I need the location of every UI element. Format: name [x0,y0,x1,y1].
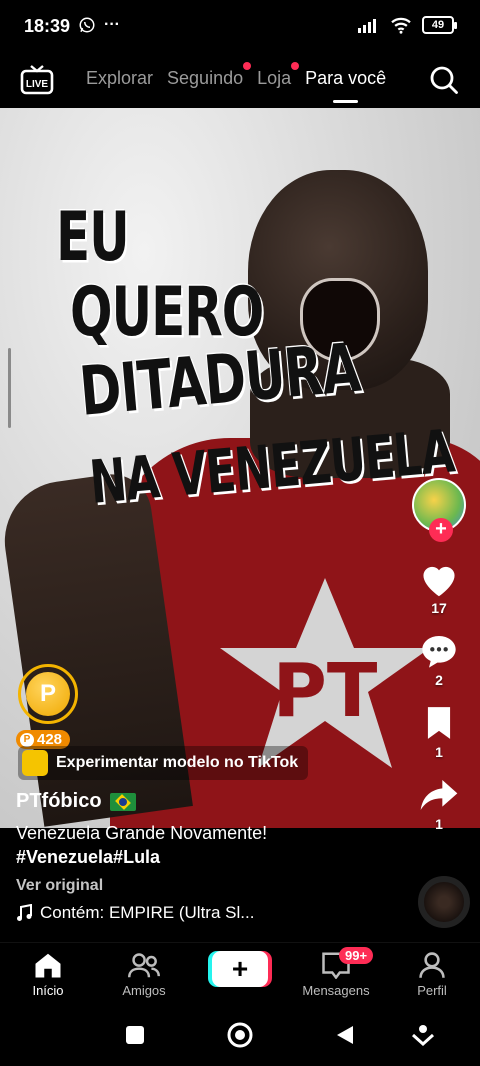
heart-icon [423,566,455,597]
friends-icon [128,953,160,978]
live-label: LIVE [26,79,49,90]
nav-profile[interactable]: Perfil [387,951,477,998]
video-hashtags[interactable]: #Venezuela#Lula [16,845,416,869]
create-button[interactable]: + [212,951,268,987]
video-caption: PTfóbico Venezuela Grande Novamente! #Ve… [16,790,416,923]
battery-icon: 49 [422,16,457,34]
comment-button[interactable]: 2 [419,632,459,688]
bookmark-icon [427,707,451,739]
comment-icon [422,636,456,668]
tab-seguindo-label: Seguindo [167,68,244,88]
nav-profile-label: Perfil [417,983,447,998]
live-button[interactable]: LIVE [20,62,54,96]
recent-apps-icon[interactable] [124,1024,146,1046]
nav-friends-label: Amigos [122,983,166,998]
overlay-line-1: EU [56,197,130,277]
bookmark-count: 1 [435,744,443,760]
search-button[interactable] [428,64,460,96]
tab-loja[interactable]: Loja [257,62,300,89]
tab-explorar-label: Explorar [86,68,154,88]
comment-count: 2 [435,672,443,688]
music-track-label: Contém: EMPIRE (Ultra Sl... [40,903,255,922]
try-template-button[interactable]: Experimentar modelo no TikTok [18,746,309,780]
coin-icon: P [26,672,70,716]
side-handle[interactable] [8,348,11,428]
see-original-link[interactable]: Ver original [16,877,416,895]
tab-para-voce-label: Para você [305,68,387,88]
nav-home-label: Início [32,983,64,998]
video-description: Venezuela Grande Novamente! [16,823,268,843]
more-notifications-icon: ··· [104,16,120,33]
live-tv-icon: LIVE [20,65,54,95]
share-count: 1 [435,816,443,832]
try-template-label: Experimentar modelo no TikTok [56,754,299,771]
like-button[interactable]: 17 [418,560,460,616]
feed-tabs: Explorar Seguindo Loja Para você [86,62,387,103]
share-arrow-icon [420,780,458,810]
music-track[interactable]: Contém: EMPIRE (Ultra Sl... [16,903,416,923]
creator-username[interactable]: PTfóbico [16,790,416,813]
assistant-icon[interactable] [412,1024,434,1046]
status-notification-icons: ··· [78,16,120,34]
status-right: 49 [358,16,457,34]
search-icon [430,66,458,94]
pt-star-logo: PT [220,578,430,768]
profile-icon [419,952,445,978]
back-triangle-icon[interactable] [334,1024,356,1046]
status-bar: 18:39 ··· 49 [0,0,480,56]
nav-home[interactable]: Início [3,951,93,998]
top-nav: LIVE Explorar Seguindo Loja Para você [0,56,480,108]
like-count: 17 [431,600,447,616]
signal-icon [358,19,376,33]
username-text: PTfóbico [16,790,102,812]
share-button[interactable]: 1 [419,776,459,832]
home-circle-icon[interactable] [226,1021,254,1049]
creator-avatar[interactable]: + [412,478,466,542]
tab-para-voce[interactable]: Para você [305,68,387,103]
notification-dot [243,62,252,70]
whatsapp-icon [79,17,95,33]
template-icon [22,750,48,776]
pt-logo-text: PT [273,648,378,734]
status-time: 18:39 [24,16,71,36]
follow-button[interactable]: + [429,518,453,542]
nav-friends[interactable]: Amigos [99,951,189,998]
coin-reward-widget[interactable]: P [18,664,78,724]
coin-mini-icon: P [20,732,34,747]
tab-loja-label: Loja [257,68,292,88]
action-rail: + 17 2 1 1 [408,478,470,832]
nav-inbox[interactable]: Mensagens 99+ [291,947,381,998]
home-icon [35,953,61,978]
music-disc-icon[interactable] [418,876,470,928]
tab-explorar[interactable]: Explorar [86,68,153,89]
inbox-badge: 99+ [339,947,374,964]
nav-inbox-label: Mensagens [302,983,370,998]
tab-seguindo[interactable]: Seguindo [167,62,252,89]
notification-dot [291,62,300,70]
music-note-icon [17,904,32,921]
wifi-icon [391,17,411,34]
bottom-nav: Início Amigos + Mensagens 99+ Perfil [0,942,480,1008]
bookmark-button[interactable]: 1 [423,704,455,760]
system-navigation-bar [0,1008,480,1066]
brazil-flag-icon [109,792,136,811]
